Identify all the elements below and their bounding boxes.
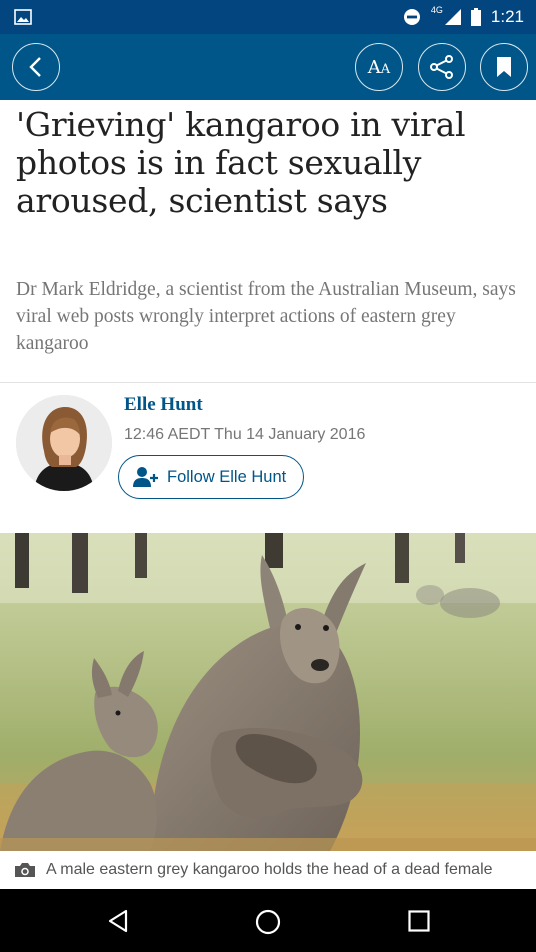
article-headline: 'Grieving' kangaroo in viral photos is i… xyxy=(16,105,466,220)
follow-author-button[interactable]: Follow Elle Hunt xyxy=(118,455,304,499)
article-toolbar: AAAA xyxy=(0,34,536,100)
camera-icon xyxy=(15,863,35,877)
author-avatar[interactable] xyxy=(16,395,112,491)
share-icon xyxy=(430,55,453,79)
byline-divider xyxy=(0,382,536,383)
chevron-left-icon xyxy=(29,57,41,77)
system-navigation-bar xyxy=(0,889,536,952)
article-standfirst: Dr Mark Eldridge, a scientist from the A… xyxy=(16,279,516,354)
recents-nav-icon[interactable] xyxy=(408,910,430,932)
share-button[interactable] xyxy=(418,43,466,91)
status-icons: 4G 1:21 xyxy=(403,0,524,34)
text-size-button[interactable]: AAAA xyxy=(355,43,403,91)
network-type: 4G xyxy=(430,5,443,15)
caption-text: A male eastern grey kangaroo holds the h… xyxy=(46,861,493,878)
image-caption: A male eastern grey kangaroo holds the h… xyxy=(0,851,536,889)
do-not-disturb-icon xyxy=(403,9,420,25)
author-portrait-image xyxy=(16,395,112,491)
back-button[interactable] xyxy=(12,43,60,91)
signal-icon xyxy=(444,9,461,25)
bookmark-button[interactable] xyxy=(480,43,528,91)
author-name-link[interactable]: Elle Hunt xyxy=(124,394,203,416)
article-main-image[interactable] xyxy=(0,533,536,851)
text-size-label: AAAA xyxy=(367,56,391,78)
add-person-icon xyxy=(133,467,158,487)
status-bar: 4G 1:21 xyxy=(0,0,536,34)
bookmark-icon xyxy=(497,57,511,77)
image-notification-icon xyxy=(14,9,32,25)
back-nav-icon[interactable] xyxy=(106,909,130,933)
kangaroo-photo xyxy=(0,533,536,851)
clock: 1:21 xyxy=(490,7,524,26)
battery-icon xyxy=(470,8,481,26)
home-nav-icon[interactable] xyxy=(255,909,281,935)
publish-timestamp: 12:46 AEDT Thu 14 January 2016 xyxy=(124,426,366,443)
follow-label: Follow Elle Hunt xyxy=(167,467,287,486)
